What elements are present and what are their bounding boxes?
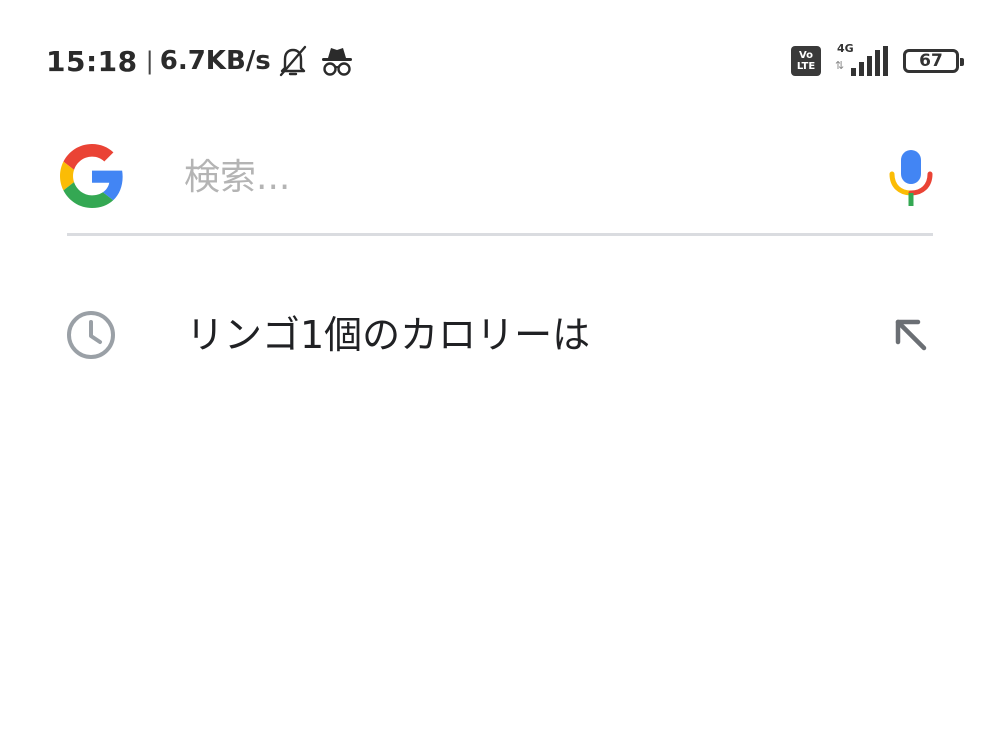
network-speed: 6.7KB/s: [159, 46, 271, 76]
battery-level: 67: [919, 51, 943, 71]
history-icon: [64, 308, 118, 362]
volte-icon: Vo LTE: [791, 46, 821, 76]
status-separator: |: [145, 47, 154, 75]
signal-icon: 4G ⇅: [835, 42, 889, 78]
google-logo-icon[interactable]: [60, 144, 124, 208]
search-input[interactable]: [184, 148, 864, 206]
volte-bottom-label: LTE: [796, 61, 816, 72]
volte-top-label: Vo: [798, 50, 814, 61]
status-time: 15:18: [46, 44, 138, 78]
incognito-icon: [319, 44, 355, 78]
screen: 15:18 | 6.7KB/s Vo LTE 4G ⇅ 67 検索... リンゴ…: [0, 0, 999, 737]
search-underline: [67, 233, 933, 236]
suggestion-row[interactable]: リンゴ1個のカロリーは: [60, 292, 940, 378]
bell-off-icon: [277, 44, 309, 78]
status-left: 15:18 | 6.7KB/s: [46, 40, 355, 82]
search-bar: [60, 140, 940, 236]
suggestion-text: リンゴ1個のカロリーは: [186, 313, 591, 357]
mic-icon[interactable]: [886, 144, 936, 210]
battery-icon: 67: [903, 49, 964, 73]
arrow-up-left-icon[interactable]: [888, 312, 934, 358]
status-bar: 15:18 | 6.7KB/s Vo LTE 4G ⇅ 67: [0, 0, 999, 120]
status-right: Vo LTE 4G ⇅ 67: [791, 40, 964, 82]
